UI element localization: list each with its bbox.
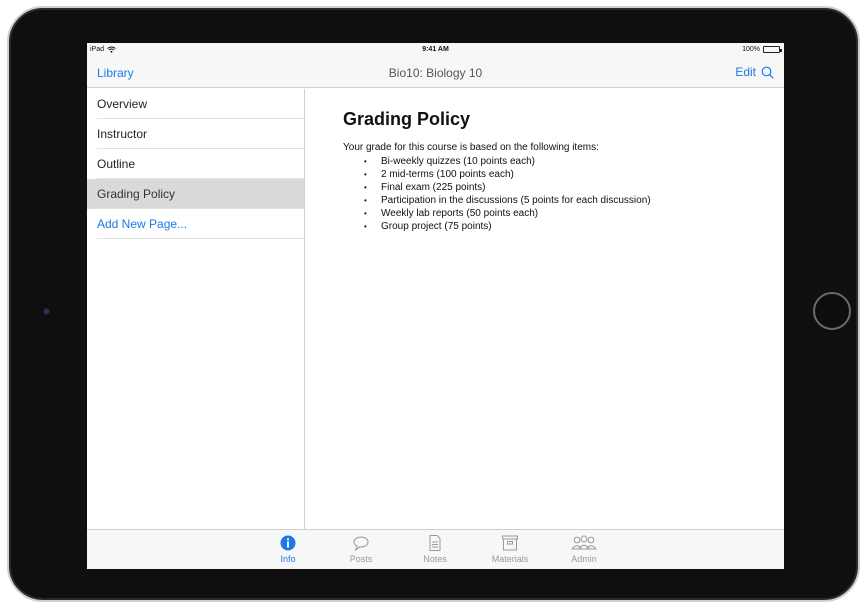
speech-bubble-icon (353, 536, 369, 552)
nav-right-actions: Edit (735, 65, 774, 79)
tab-info[interactable]: Info (258, 534, 318, 564)
list-item: Bi-weekly quizzes (10 points each) (343, 155, 651, 168)
tab-label: Materials (491, 554, 529, 564)
page-title: Grading Policy (343, 109, 471, 129)
intro-text: Your grade for this course is based on t… (343, 142, 599, 153)
content-pane: Grading Policy Your grade for this cours… (306, 89, 784, 529)
add-new-page-button[interactable]: Add New Page... (87, 209, 304, 239)
nav-title: Bio10: Biology 10 (388, 66, 483, 80)
status-bar: iPad 9:41 AM 100% (87, 43, 784, 57)
camera-lens (43, 308, 50, 315)
tab-label: Notes (423, 554, 447, 564)
tab-label: Posts (349, 554, 373, 564)
list-item: Participation in the discussions (5 poin… (343, 194, 651, 207)
sidebar-item-label: Overview (97, 97, 148, 111)
archive-box-icon (502, 535, 518, 551)
sidebar-item-label: Instructor (97, 127, 148, 141)
sidebar-item-label: Outline (97, 157, 136, 171)
sidebar-item-label: Add New Page... (97, 217, 188, 231)
sidebar-item-grading-policy[interactable]: Grading Policy (87, 179, 304, 209)
screen: iPad 9:41 AM 100% Library Bio10: Biology… (87, 43, 784, 569)
sidebar-item-instructor[interactable]: Instructor (87, 119, 304, 149)
battery-percent: 100% (742, 46, 760, 53)
home-button[interactable] (813, 292, 851, 330)
document-icon (429, 535, 441, 551)
sidebar-item-outline[interactable]: Outline (87, 149, 304, 179)
edit-button[interactable]: Edit (735, 65, 756, 79)
tab-posts[interactable]: Posts (331, 534, 391, 564)
search-icon[interactable] (761, 66, 774, 79)
sidebar-item-overview[interactable]: Overview (87, 89, 304, 119)
sidebar-item-label: Grading Policy (97, 187, 176, 201)
sidebar: Overview Instructor Outline Grading Poli… (87, 89, 305, 529)
tab-label: Admin (571, 554, 597, 564)
nav-bar: Library Bio10: Biology 10 Edit (87, 57, 784, 88)
list-item: Group project (75 points) (343, 220, 651, 233)
status-time: 9:41 AM (422, 46, 449, 53)
list-item: Weekly lab reports (50 points each) (343, 207, 651, 220)
info-icon (280, 535, 296, 551)
tab-admin[interactable]: Admin (554, 534, 614, 564)
tab-notes[interactable]: Notes (405, 534, 465, 564)
tab-label: Info (280, 554, 296, 564)
status-right: 100% (742, 46, 782, 53)
tab-materials[interactable]: Materials (480, 534, 540, 564)
tab-bar: Info Posts Notes Materials Admin (87, 529, 784, 569)
grading-items-list: Bi-weekly quizzes (10 points each) 2 mid… (343, 155, 651, 233)
list-item: 2 mid-terms (100 points each) (343, 168, 651, 181)
battery-icon (763, 46, 782, 53)
group-people-icon (570, 535, 598, 550)
list-item: Final exam (225 points) (343, 181, 651, 194)
